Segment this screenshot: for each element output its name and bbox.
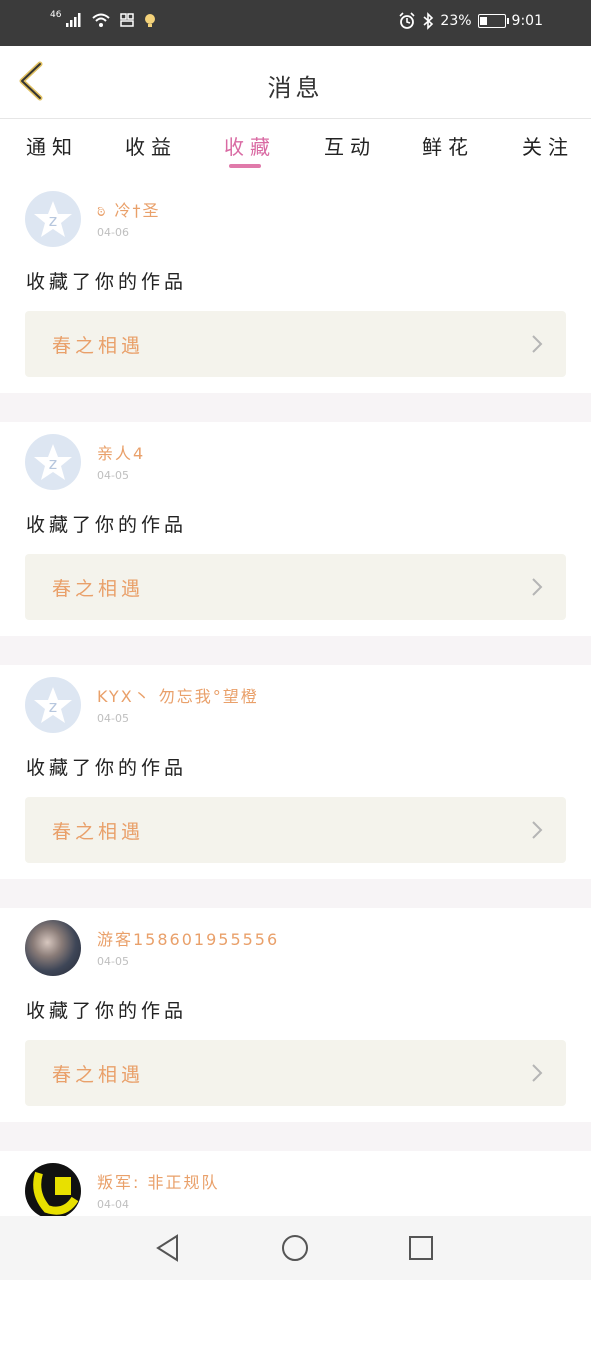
- username[interactable]: 亲人4: [97, 440, 145, 464]
- message-text: 收藏了你的作品: [26, 271, 188, 293]
- star-icon: z: [34, 444, 72, 480]
- divider: [0, 879, 591, 908]
- message-text: 收藏了你的作品: [26, 1000, 188, 1022]
- tab-following[interactable]: 关注: [522, 131, 574, 160]
- avatar[interactable]: z: [25, 191, 81, 247]
- tab-notifications[interactable]: 通知: [26, 131, 78, 160]
- message-text: 收藏了你的作品: [26, 757, 188, 779]
- sim-icon: [120, 13, 135, 27]
- divider: [0, 1122, 591, 1151]
- username[interactable]: 游客158601955556: [97, 926, 279, 950]
- message-date: 04-05: [97, 955, 129, 968]
- home-circle-icon[interactable]: [279, 1232, 311, 1264]
- chevron-right-icon: [532, 335, 543, 353]
- work-title: 春之相遇: [52, 578, 145, 600]
- svg-text:z: z: [49, 454, 57, 473]
- work-link[interactable]: 春之相遇: [25, 797, 566, 863]
- notification-icon: [145, 14, 156, 27]
- wifi-icon: [92, 13, 111, 27]
- divider: [0, 393, 591, 422]
- work-title: 春之相遇: [52, 1064, 145, 1086]
- avatar-art-icon: [33, 1171, 79, 1215]
- work-title: 春之相遇: [52, 335, 145, 357]
- star-icon: z: [34, 201, 72, 237]
- star-icon: z: [34, 687, 72, 723]
- tab-bar: 通知 收益 收藏 互动 鲜花 关注: [0, 119, 591, 179]
- message-text: 收藏了你的作品: [26, 514, 188, 536]
- battery-percent: 23%: [440, 13, 472, 29]
- divider: [0, 636, 591, 665]
- network-type: 46: [50, 10, 62, 20]
- back-triangle-icon[interactable]: [153, 1232, 185, 1264]
- signal-icon: [66, 13, 81, 27]
- tab-favorites[interactable]: 收藏: [224, 131, 276, 160]
- message-date: 04-04: [97, 1198, 129, 1211]
- chevron-right-icon: [532, 821, 543, 839]
- status-bar: 46 23% 9:01: [0, 0, 591, 46]
- alarm-icon: [399, 12, 415, 29]
- system-nav-bar: [0, 1216, 591, 1280]
- svg-text:z: z: [49, 211, 57, 230]
- status-left: 46: [50, 10, 157, 28]
- avatar[interactable]: [25, 920, 81, 976]
- work-link[interactable]: 春之相遇: [25, 311, 566, 377]
- username[interactable]: KYX丶 勿忘我°望橙: [97, 683, 259, 707]
- avatar[interactable]: z: [25, 677, 81, 733]
- list-item: z ಠಿ 冷†圣 04-06 收藏了你的作品 春之相遇: [0, 179, 591, 393]
- list-item: z KYX丶 勿忘我°望橙 04-05 收藏了你的作品 春之相遇: [0, 665, 591, 879]
- list-item: z 亲人4 04-05 收藏了你的作品 春之相遇: [0, 422, 591, 636]
- status-right: 23% 9:01: [398, 12, 543, 30]
- battery-icon: [477, 14, 509, 28]
- message-date: 04-06: [97, 226, 129, 239]
- chevron-right-icon: [532, 578, 543, 596]
- tab-interactions[interactable]: 互动: [324, 131, 376, 160]
- header: 消息: [0, 46, 591, 119]
- message-list: z ಠಿ 冷†圣 04-06 收藏了你的作品 春之相遇 z 亲人4 04-05 …: [0, 179, 591, 1365]
- avatar[interactable]: [25, 1163, 81, 1219]
- work-title: 春之相遇: [52, 821, 145, 843]
- recents-square-icon[interactable]: [405, 1232, 437, 1264]
- username[interactable]: ಠಿ 冷†圣: [97, 197, 161, 221]
- avatar[interactable]: z: [25, 434, 81, 490]
- list-item: 游客158601955556 04-05 收藏了你的作品 春之相遇: [0, 908, 591, 1122]
- username[interactable]: 叛军: 非正规队: [97, 1169, 219, 1193]
- chevron-right-icon: [532, 1064, 543, 1082]
- work-link[interactable]: 春之相遇: [25, 554, 566, 620]
- tab-flowers[interactable]: 鲜花: [422, 131, 474, 160]
- tab-earnings[interactable]: 收益: [125, 131, 177, 160]
- svg-text:z: z: [49, 697, 57, 716]
- message-date: 04-05: [97, 712, 129, 725]
- clock: 9:01: [511, 13, 543, 29]
- active-tab-indicator: [229, 164, 261, 168]
- page-title: 消息: [267, 74, 324, 102]
- work-link[interactable]: 春之相遇: [25, 1040, 566, 1106]
- message-date: 04-05: [97, 469, 129, 482]
- bluetooth-icon: [423, 12, 434, 30]
